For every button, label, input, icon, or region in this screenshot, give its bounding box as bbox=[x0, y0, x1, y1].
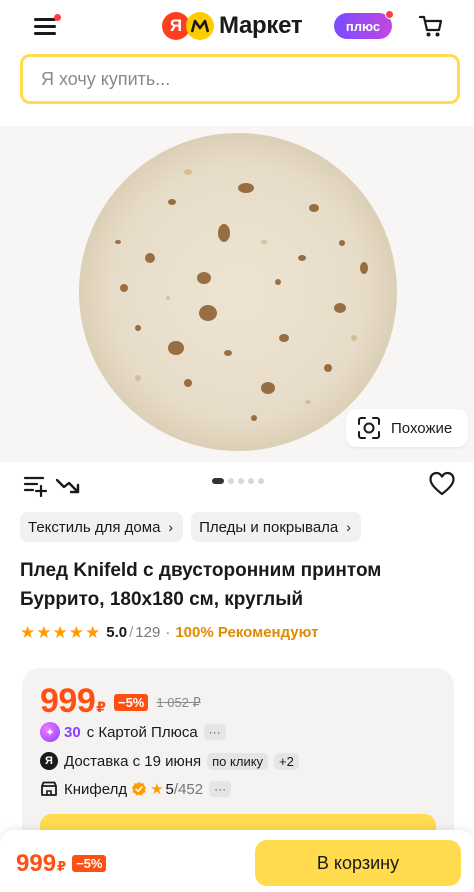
add-to-list-icon[interactable] bbox=[22, 472, 48, 498]
star-icon: ★ bbox=[68, 623, 84, 642]
seller-name: Книфелд bbox=[64, 780, 128, 798]
breadcrumb: Текстиль для дома › Пледы и покрывала › bbox=[20, 512, 361, 542]
star-icon: ★ bbox=[36, 623, 52, 642]
seller-row[interactable]: Книфелд ★ 5 / 452 ··· bbox=[40, 780, 232, 798]
delivery-row[interactable]: Я Доставка с 19 июня по клику +2 bbox=[40, 752, 299, 770]
product-gallery[interactable]: Похожие bbox=[0, 126, 474, 462]
gallery-dot bbox=[238, 478, 244, 484]
rating-row[interactable]: ★ ★ ★ ★ ★ 5.0 / 129 · 100% Рекомендуют bbox=[20, 624, 318, 641]
bottom-price-currency: ₽ bbox=[57, 859, 67, 874]
similar-label: Похожие bbox=[391, 419, 453, 437]
star-icon: ★ bbox=[20, 623, 36, 642]
price-row: 999 ₽ −5% 1 052 ₽ bbox=[40, 682, 201, 721]
cashback-text: с Картой Плюса bbox=[86, 723, 198, 741]
app-header: Я Маркет плюс bbox=[0, 0, 474, 50]
seller-star-icon: ★ bbox=[150, 781, 164, 798]
old-price: 1 052 ₽ bbox=[156, 695, 201, 710]
reviews-count: 129 bbox=[135, 624, 161, 641]
rating-stars: ★ ★ ★ ★ ★ bbox=[20, 624, 100, 641]
cashback-amount: 30 bbox=[64, 723, 81, 741]
logo-text: Маркет bbox=[219, 12, 303, 39]
rating-separator: / bbox=[129, 624, 134, 641]
gallery-dot bbox=[228, 478, 234, 484]
search-box[interactable] bbox=[20, 54, 460, 104]
ya-delivery-icon: Я bbox=[40, 752, 58, 770]
bottom-buy-bar: 999 ₽ −5% В корзину bbox=[0, 830, 474, 892]
product-title: Плед Knifeld с двусторонним принтом Бурр… bbox=[20, 560, 382, 610]
recommend-text: 100% Рекомендуют bbox=[175, 624, 319, 641]
market-logo[interactable]: Я Маркет bbox=[162, 11, 303, 41]
rating-value: 5.0 bbox=[106, 624, 128, 641]
dot-separator: · bbox=[165, 624, 171, 641]
seller-more-button[interactable]: ··· bbox=[209, 781, 232, 797]
plus-badge[interactable]: плюс bbox=[334, 10, 394, 39]
shop-icon bbox=[41, 781, 57, 796]
breadcrumb-label: Текстиль для дома bbox=[28, 518, 161, 536]
seller-rating: 5 bbox=[165, 780, 174, 798]
search-input[interactable] bbox=[23, 57, 457, 101]
chevron-right-icon: › bbox=[346, 519, 351, 535]
add-to-cart-button[interactable]: В корзину bbox=[255, 840, 461, 886]
favorite-heart-icon[interactable] bbox=[428, 470, 456, 498]
scan-icon bbox=[358, 417, 380, 439]
plus-label: плюс bbox=[345, 18, 381, 34]
bottom-price: 999 ₽ −5% bbox=[16, 850, 107, 878]
logo-m-badge bbox=[186, 12, 214, 40]
bottom-discount-badge: −5% bbox=[72, 855, 107, 872]
breadcrumb-label: Пледы и покрывала bbox=[199, 518, 339, 536]
current-price: 999 bbox=[40, 682, 96, 720]
product-tools bbox=[0, 468, 474, 502]
delivery-option-pill[interactable]: по клику bbox=[207, 752, 269, 770]
gallery-dots bbox=[212, 478, 264, 484]
delivery-text: Доставка с 19 июня bbox=[64, 752, 202, 770]
more-button[interactable]: ··· bbox=[203, 724, 226, 740]
price-currency: ₽ bbox=[96, 699, 106, 715]
verified-seller-icon bbox=[132, 782, 147, 796]
seller-reviews: 452 bbox=[178, 780, 204, 798]
breadcrumb-item-blankets[interactable]: Пледы и покрывала › bbox=[191, 512, 361, 542]
chevron-right-icon: › bbox=[168, 519, 174, 535]
gallery-dot bbox=[258, 478, 264, 484]
product-image bbox=[79, 133, 397, 451]
bottom-price-value: 999 bbox=[16, 850, 57, 877]
star-icon: ★ bbox=[52, 623, 68, 642]
plus-points-icon: ✦ bbox=[40, 722, 60, 742]
delivery-extra-pill[interactable]: +2 bbox=[274, 752, 299, 770]
gallery-dot bbox=[248, 478, 254, 484]
discount-badge: −5% bbox=[113, 694, 149, 711]
plus-notification-dot bbox=[385, 10, 394, 19]
gallery-dot-active bbox=[212, 478, 224, 484]
breadcrumb-item-textile[interactable]: Текстиль для дома › bbox=[20, 512, 184, 542]
similar-button[interactable]: Похожие bbox=[346, 409, 468, 447]
notification-dot bbox=[54, 14, 61, 21]
plus-cashback-row[interactable]: ✦ 30 с Картой Плюса ··· bbox=[40, 722, 226, 742]
star-icon: ★ bbox=[85, 623, 101, 642]
menu-icon[interactable] bbox=[34, 14, 61, 36]
price-trend-icon[interactable] bbox=[54, 472, 82, 498]
cart-icon[interactable] bbox=[418, 13, 444, 39]
